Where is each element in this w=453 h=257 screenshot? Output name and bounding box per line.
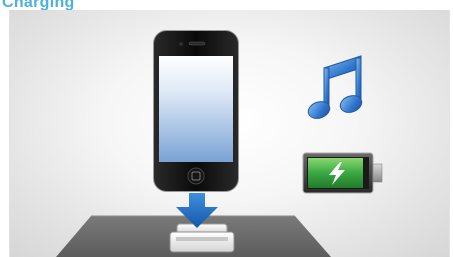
battery-charging-icon bbox=[302, 152, 383, 194]
music-note-icon bbox=[307, 55, 363, 119]
illustration-frame: Charging bbox=[0, 0, 453, 257]
down-arrow-icon bbox=[176, 193, 218, 228]
illustration-panel bbox=[9, 10, 450, 257]
smartphone-icon bbox=[153, 30, 239, 192]
